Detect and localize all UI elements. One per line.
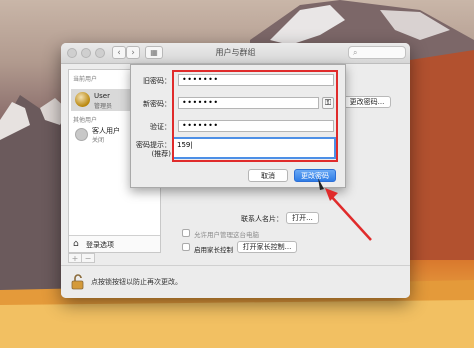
old-password-label: 旧密码： [143, 77, 171, 85]
login-options-item[interactable]: ⌂ 登录选项 [69, 235, 160, 252]
user-role: 管理员 [94, 103, 113, 110]
lock-hint-text: 点按锁按钮以防止再次更改。 [91, 278, 182, 286]
cancel-button[interactable]: 取消 [248, 169, 288, 182]
user-name: User [94, 92, 110, 100]
contacts-card-label: 联系人名片： [241, 215, 283, 223]
lock-bar: 点按锁按钮以防止再次更改。 [61, 265, 410, 298]
parental-controls-checkbox[interactable] [182, 243, 190, 251]
allow-admin-checkbox[interactable] [182, 229, 190, 237]
remove-user-button[interactable]: − [81, 253, 95, 263]
login-options-label: 登录选项 [86, 241, 114, 249]
avatar [75, 92, 90, 107]
home-icon: ⌂ [73, 239, 79, 249]
change-password-sheet: 旧密码： ••••••• 新密码： ••••••• ⚿ 验证： ••••••• … [130, 64, 346, 188]
verify-label: 验证： [150, 123, 171, 131]
search-icon: ⌕ [353, 48, 358, 57]
guest-avatar-icon [75, 128, 88, 141]
search-input[interactable]: ⌕ [348, 46, 406, 59]
change-password-button[interactable]: 更改密码 [294, 169, 336, 182]
current-users-header: 当前用户 [73, 76, 98, 83]
open-contacts-button[interactable]: 打开... [286, 212, 319, 224]
add-remove-buttons: + − [68, 253, 98, 263]
password-hint-sublabel: (推荐) [151, 150, 171, 158]
lock-icon[interactable] [71, 273, 85, 290]
change-password-main-button[interactable]: 更改密码... [343, 96, 391, 108]
new-password-label: 新密码： [143, 100, 171, 108]
guest-status: 关闭 [92, 137, 105, 144]
open-parental-controls-button[interactable]: 打开家长控制... [237, 241, 297, 253]
parental-controls-label: 启用家长控制 [194, 246, 233, 254]
title-bar: ‹ › ▦ 用户与群组 ⌕ [61, 43, 410, 64]
highlight-box-fields [172, 70, 338, 162]
add-user-button[interactable]: + [68, 253, 82, 263]
allow-admin-label: 允许用户管理这台电脑 [194, 231, 259, 239]
other-users-header: 其他用户 [73, 117, 98, 124]
